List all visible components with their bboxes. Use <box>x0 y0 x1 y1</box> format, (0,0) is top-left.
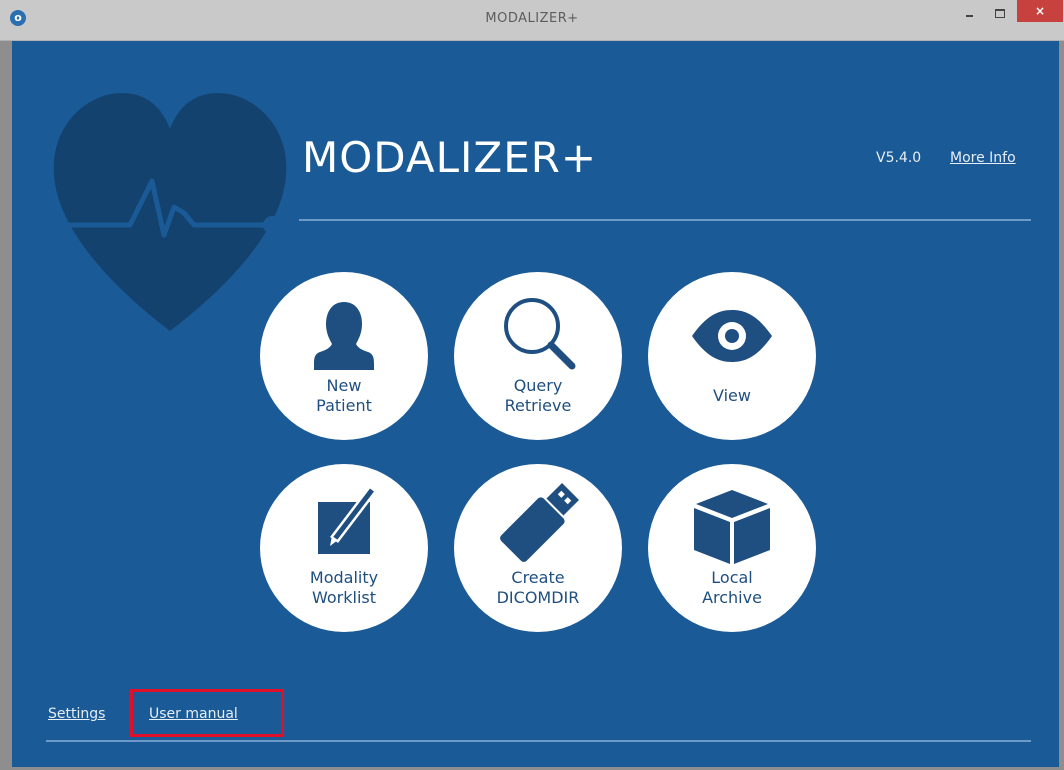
settings-link[interactable]: Settings <box>48 706 105 722</box>
view-button[interactable]: View <box>648 272 816 440</box>
close-button[interactable]: × <box>1017 0 1063 22</box>
tile-label-line1: Create <box>511 568 565 587</box>
app-window: o MODALIZER+ × MODALIZER+ V5.4.0 More In… <box>0 0 1064 770</box>
query-retrieve-button[interactable]: Query Retrieve <box>454 272 622 440</box>
window-title: MODALIZER+ <box>485 11 579 26</box>
tile-label-line1: Modality <box>309 568 379 587</box>
app-title: MODALIZER+ <box>302 133 598 182</box>
more-info-link[interactable]: More Info <box>950 150 1016 166</box>
create-dicomdir-button[interactable]: Create DICOMDIR <box>454 464 622 632</box>
tile-label-line2: Archive <box>702 588 762 607</box>
header-divider <box>299 219 1031 221</box>
tile-label-line1: Local <box>711 568 753 587</box>
title-bar[interactable]: o MODALIZER+ × <box>0 0 1064 41</box>
tile-label-line1: New <box>326 376 362 395</box>
eye-icon <box>692 310 772 362</box>
tile-label-line2: Worklist <box>311 588 376 607</box>
maximize-button[interactable] <box>986 4 1012 24</box>
tile-label: View <box>713 386 751 405</box>
local-archive-button[interactable]: Local Archive <box>648 464 816 632</box>
minimize-button[interactable] <box>956 4 982 24</box>
version-label: V5.4.0 <box>876 150 922 166</box>
tile-label-line2: DICOMDIR <box>496 588 580 607</box>
footer-divider <box>46 740 1031 742</box>
new-patient-button[interactable]: New Patient <box>260 272 428 440</box>
tile-label-line2: Retrieve <box>504 396 572 415</box>
main-panel: MODALIZER+ V5.4.0 More Info New Patient … <box>12 41 1059 767</box>
highlight-box <box>130 689 284 737</box>
tile-label-line1: Query <box>513 376 563 395</box>
modality-worklist-button[interactable]: Modality Worklist <box>260 464 428 632</box>
tile-label-line2: Patient <box>316 396 372 415</box>
